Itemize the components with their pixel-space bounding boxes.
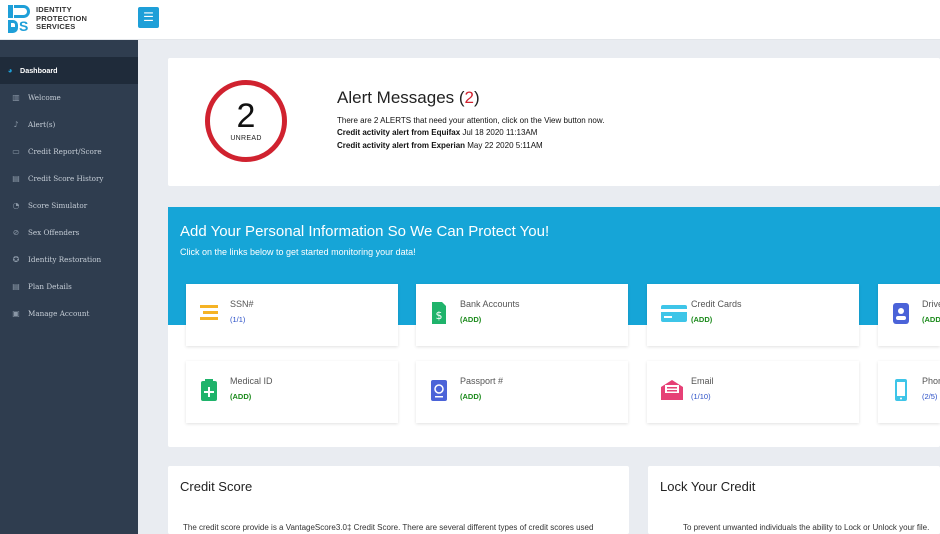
hamburger-icon: ☰ <box>143 10 154 24</box>
sidebar-item-label: Manage Account <box>28 309 90 318</box>
tile-ssn[interactable]: SSN# (1/1) <box>186 284 398 346</box>
sidebar-item-label: Score Simulator <box>28 201 88 210</box>
sidebar-item-label: Identity Restoration <box>28 255 102 264</box>
sidebar-item-sex-offenders[interactable]: ⊘ Sex Offenders <box>0 219 138 246</box>
lock-credit-card: Lock Your Credit To prevent unwanted ind… <box>648 466 940 534</box>
sidebar-item-plan-details[interactable]: ▤ Plan Details <box>0 273 138 300</box>
personal-info-card: Add Your Personal Information So We Can … <box>168 207 940 447</box>
alert-summary: There are 2 ALERTS that need your attent… <box>337 116 605 125</box>
alert-title: Alert Messages (2) <box>337 88 480 107</box>
sidebar-item-alerts[interactable]: ♪ Alert(s) <box>0 111 138 138</box>
bank-doc-icon: $ <box>432 302 446 324</box>
alert-messages-card: 2 UNREAD Alert Messages (2) There are 2 … <box>168 58 940 186</box>
tile-medical-id[interactable]: Medical ID (ADD) <box>186 361 398 423</box>
sidebar-item-credit-report[interactable]: ▭ Credit Report/Score <box>0 138 138 165</box>
tile-credit-cards[interactable]: Credit Cards (ADD) <box>647 284 859 346</box>
sidebar-item-dashboard[interactable]: ◕ Dashboard <box>0 57 138 84</box>
passport-icon <box>431 380 447 401</box>
personal-info-subtitle: Click on the links below to get started … <box>180 247 416 257</box>
sidebar: ◕ Dashboard ▥ Welcome ♪ Alert(s) ▭ Credi… <box>0 40 138 534</box>
sidebar-item-label: Alert(s) <box>28 120 56 129</box>
credit-card-icon: ▭ <box>12 146 20 156</box>
dashboard-icon: ◕ <box>7 65 13 75</box>
restoration-icon: ✪ <box>12 254 20 264</box>
logo-text: IDENTITY PROTECTION SERVICES <box>36 5 88 32</box>
tile-bank-accounts[interactable]: $ Bank Accounts (ADD) <box>416 284 628 346</box>
tile-phone[interactable]: Phon (2/5) <box>878 361 940 423</box>
tile-drivers-license[interactable]: Drive (ADD <box>878 284 940 346</box>
sidebar-item-score-simulator[interactable]: ◔ Score Simulator <box>0 192 138 219</box>
lock-credit-text: To prevent unwanted individuals the abil… <box>683 523 930 532</box>
ips-logo[interactable]: S IDENTITY PROTECTION SERVICES <box>8 5 87 33</box>
ban-icon: ⊘ <box>12 227 20 237</box>
bell-icon: ♪ <box>13 119 19 129</box>
personal-info-title: Add Your Personal Information So We Can … <box>180 223 550 240</box>
alert-item[interactable]: Credit activity alert from Equifax Jul 1… <box>337 128 537 137</box>
ssn-icon <box>200 305 218 320</box>
sidebar-item-label: Dashboard <box>20 66 58 75</box>
plan-icon: ▤ <box>12 281 20 291</box>
sidebar-item-credit-score-history[interactable]: ▤ Credit Score History <box>0 165 138 192</box>
sidebar-item-label: Welcome <box>28 93 61 102</box>
medical-id-icon <box>201 379 217 401</box>
top-header: S IDENTITY PROTECTION SERVICES ☰ <box>0 0 940 40</box>
menu-toggle-button[interactable]: ☰ <box>138 7 159 28</box>
phone-icon <box>895 379 907 401</box>
sidebar-item-identity-restoration[interactable]: ✪ Identity Restoration <box>0 246 138 273</box>
sidebar-item-label: Plan Details <box>28 282 72 291</box>
drivers-license-icon <box>893 303 909 324</box>
alert-title-count: 2 <box>464 88 475 107</box>
account-icon: ▣ <box>12 308 20 318</box>
alert-item[interactable]: Credit activity alert from Experian May … <box>337 141 543 150</box>
sidebar-item-label: Sex Offenders <box>28 228 80 237</box>
credit-score-title: Credit Score <box>180 479 253 494</box>
email-icon <box>661 380 683 400</box>
svg-text:$: $ <box>436 309 443 322</box>
unread-count: 2 <box>236 97 256 135</box>
history-icon: ▤ <box>12 173 20 183</box>
unread-label: UNREAD <box>230 135 262 142</box>
tile-email[interactable]: Email (1/10) <box>647 361 859 423</box>
tile-passport[interactable]: Passport # (ADD) <box>416 361 628 423</box>
sidebar-item-label: Credit Score History <box>28 174 104 183</box>
sidebar-item-welcome[interactable]: ▥ Welcome <box>0 84 138 111</box>
welcome-icon: ▥ <box>12 92 20 102</box>
credit-score-text: The credit score provide is a VantageSco… <box>183 523 594 532</box>
sidebar-item-manage-account[interactable]: ▣ Manage Account <box>0 300 138 327</box>
credit-card-icon <box>661 305 687 322</box>
simulator-icon: ◔ <box>12 200 20 210</box>
unread-counter[interactable]: 2 UNREAD <box>205 80 287 162</box>
lock-credit-title: Lock Your Credit <box>660 479 756 494</box>
logo-mark-icon: S <box>8 5 30 33</box>
credit-score-card: Credit Score The credit score provide is… <box>168 466 629 534</box>
sidebar-item-label: Credit Report/Score <box>28 147 102 156</box>
